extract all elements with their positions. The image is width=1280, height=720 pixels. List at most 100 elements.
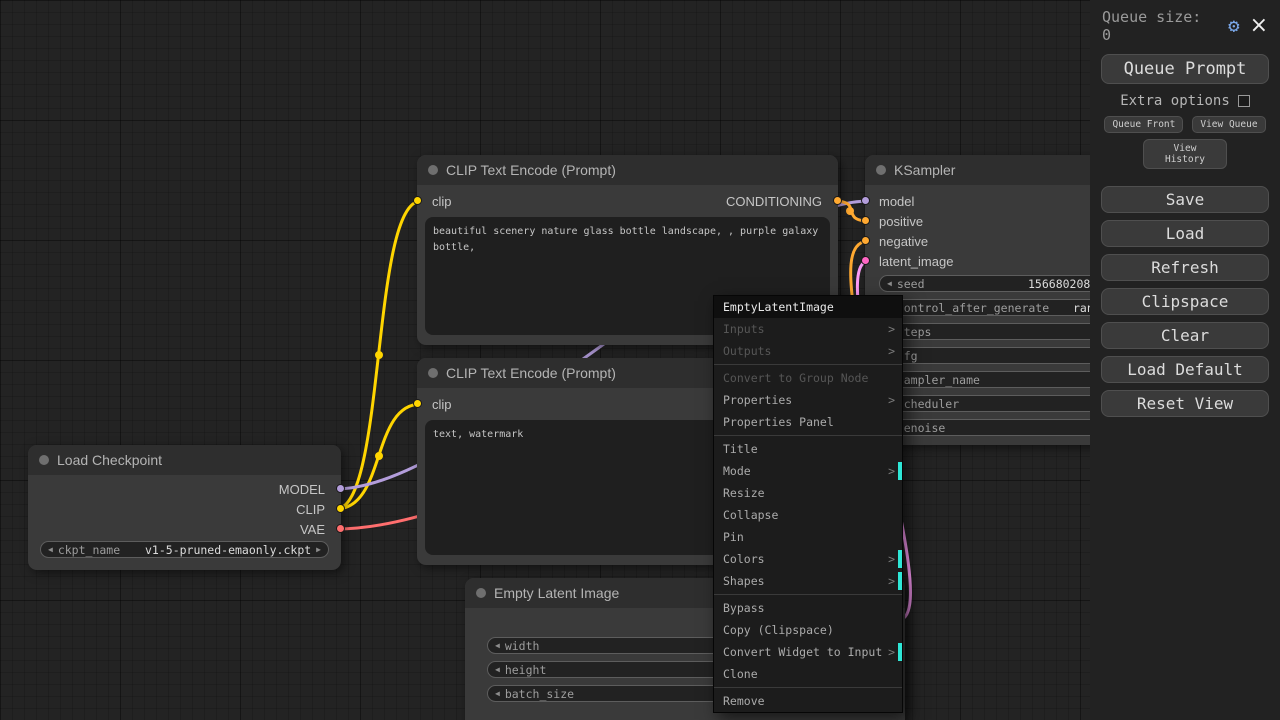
menu-item-inputs: Inputs > (714, 318, 902, 340)
submenu-arrow-icon: > (888, 645, 895, 659)
node-collapse-dot[interactable] (428, 165, 438, 175)
menu-item-label: Properties Panel (723, 415, 834, 429)
submenu-arrow-icon: > (888, 322, 895, 336)
comfy-menu-panel: Queue size: 0 ⚙ × Queue Prompt Extra opt… (1090, 0, 1280, 720)
load-button[interactable]: Load (1101, 220, 1269, 247)
positive-input-port[interactable] (861, 216, 870, 225)
view-history-button[interactable]: View History (1143, 139, 1227, 169)
menu-item-label: Pin (723, 530, 744, 544)
submenu-arrow-icon: > (888, 552, 895, 566)
node-context-menu: EmptyLatentImage Inputs > Outputs > Conv… (713, 295, 903, 713)
conditioning-output-label: CONDITIONING (725, 194, 822, 209)
menu-item-title[interactable]: Title (714, 438, 902, 460)
extra-options-checkbox[interactable] (1237, 95, 1250, 107)
left-arrow-icon[interactable]: ◀ (495, 689, 500, 698)
left-arrow-icon[interactable]: ◀ (495, 641, 500, 650)
model-input-label: model (879, 194, 915, 209)
node-load-checkpoint[interactable]: Load Checkpoint MODEL CLIP VAE ◀ ckpt_na… (28, 445, 345, 570)
link-midpoint-dot (846, 207, 854, 215)
menu-item-label: Convert to Group Node (723, 371, 869, 385)
node-collapse-dot[interactable] (39, 455, 49, 465)
steps-widget[interactable]: ◀ steps (879, 323, 1090, 340)
submenu-arrow-icon: > (888, 464, 895, 478)
link-midpoint-dot (375, 452, 383, 460)
menu-item-colors[interactable]: Colors > (714, 548, 902, 570)
widget-label: scheduler (896, 396, 960, 411)
negative-input-port[interactable] (861, 236, 870, 245)
widget-value: 156680208 (1028, 276, 1090, 291)
menu-item-label: Collapse (723, 508, 779, 522)
load-default-button[interactable]: Load Default (1101, 356, 1269, 383)
left-arrow-icon[interactable]: ◀ (495, 665, 500, 674)
node-collapse-dot[interactable] (876, 165, 886, 175)
close-panel-icon[interactable]: × (1250, 15, 1268, 37)
graph-canvas[interactable]: CLIP Text Encode (Prompt) clip CONDITION… (0, 0, 1090, 720)
node-title: Empty Latent Image (494, 585, 620, 601)
menu-separator (714, 364, 902, 365)
cfg-widget[interactable]: ◀ cfg (879, 347, 1090, 364)
vae-output-port[interactable] (336, 524, 345, 533)
menu-item-label: Bypass (723, 601, 765, 615)
conditioning-output-port[interactable] (833, 196, 842, 205)
menu-item-properties-panel[interactable]: Properties Panel (714, 411, 902, 433)
widget-value: randomize (1073, 300, 1090, 315)
menu-item-mode[interactable]: Mode > (714, 460, 902, 482)
node-titlebar[interactable]: Load Checkpoint (28, 445, 341, 475)
clip-input-label: clip (432, 397, 452, 412)
denoise-widget[interactable]: ◀ denoise (879, 419, 1090, 436)
model-input-port[interactable] (861, 196, 870, 205)
menu-item-resize[interactable]: Resize (714, 482, 902, 504)
refresh-button[interactable]: Refresh (1101, 254, 1269, 281)
left-arrow-icon[interactable]: ◀ (48, 545, 53, 554)
menu-separator (714, 687, 902, 688)
widget-label: height (504, 662, 547, 677)
menu-item-clone[interactable]: Clone (714, 663, 902, 685)
scheduler-widget[interactable]: ◀ scheduler (879, 395, 1090, 412)
link-midpoint-dot (375, 351, 383, 359)
right-arrow-icon[interactable]: ▶ (316, 545, 321, 554)
widget-label: denoise (896, 420, 946, 435)
reset-view-button[interactable]: Reset View (1101, 390, 1269, 417)
node-collapse-dot[interactable] (428, 368, 438, 378)
latent-image-input-port[interactable] (861, 256, 870, 265)
clip-output-port[interactable] (336, 504, 345, 513)
model-output-port[interactable] (336, 484, 345, 493)
menu-item-convert-widget-to-input[interactable]: Convert Widget to Input > (714, 641, 902, 663)
node-collapse-dot[interactable] (476, 588, 486, 598)
menu-item-label: Title (723, 442, 758, 456)
menu-item-pin[interactable]: Pin (714, 526, 902, 548)
clear-button[interactable]: Clear (1101, 322, 1269, 349)
left-arrow-icon[interactable]: ◀ (887, 279, 892, 288)
save-button[interactable]: Save (1101, 186, 1269, 213)
menu-item-bypass[interactable]: Bypass (714, 597, 902, 619)
clip-input-port[interactable] (413, 196, 422, 205)
extra-options-label: Extra options (1120, 93, 1230, 109)
menu-item-collapse[interactable]: Collapse (714, 504, 902, 526)
menu-item-properties[interactable]: Properties > (714, 389, 902, 411)
menu-item-label: Clone (723, 667, 758, 681)
settings-gear-icon[interactable]: ⚙ (1228, 17, 1239, 36)
widget-label: ckpt_name (57, 542, 121, 557)
menu-separator (714, 435, 902, 436)
seed-widget[interactable]: ◀ seed 156680208 (879, 275, 1090, 292)
node-titlebar[interactable]: KSampler (865, 155, 1090, 185)
control-after-generate-widget[interactable]: ◀ control_after_generate randomize (879, 299, 1090, 316)
clipspace-button[interactable]: Clipspace (1101, 288, 1269, 315)
clip-input-port[interactable] (413, 399, 422, 408)
menu-separator (714, 594, 902, 595)
queue-prompt-button[interactable]: Queue Prompt (1101, 54, 1269, 84)
menu-item-outputs: Outputs > (714, 340, 902, 362)
menu-item-shapes[interactable]: Shapes > (714, 570, 902, 592)
vae-output-label: VAE (299, 522, 325, 537)
ckpt-name-widget[interactable]: ◀ ckpt_name v1-5-pruned-emaonly.ckpt ▶ (40, 541, 329, 558)
queue-front-button[interactable]: Queue Front (1104, 116, 1184, 133)
view-queue-button[interactable]: View Queue (1192, 116, 1266, 133)
menu-item-label: Mode (723, 464, 751, 478)
node-title: CLIP Text Encode (Prompt) (446, 162, 616, 178)
menu-item-remove[interactable]: Remove (714, 690, 902, 712)
queue-size-label: Queue size: 0 (1102, 8, 1202, 44)
sampler-name-widget[interactable]: ◀ sampler_name (879, 371, 1090, 388)
submenu-arrow-icon: > (888, 574, 895, 588)
menu-item-copy-clipspace[interactable]: Copy (Clipspace) (714, 619, 902, 641)
node-titlebar[interactable]: CLIP Text Encode (Prompt) (417, 155, 838, 185)
